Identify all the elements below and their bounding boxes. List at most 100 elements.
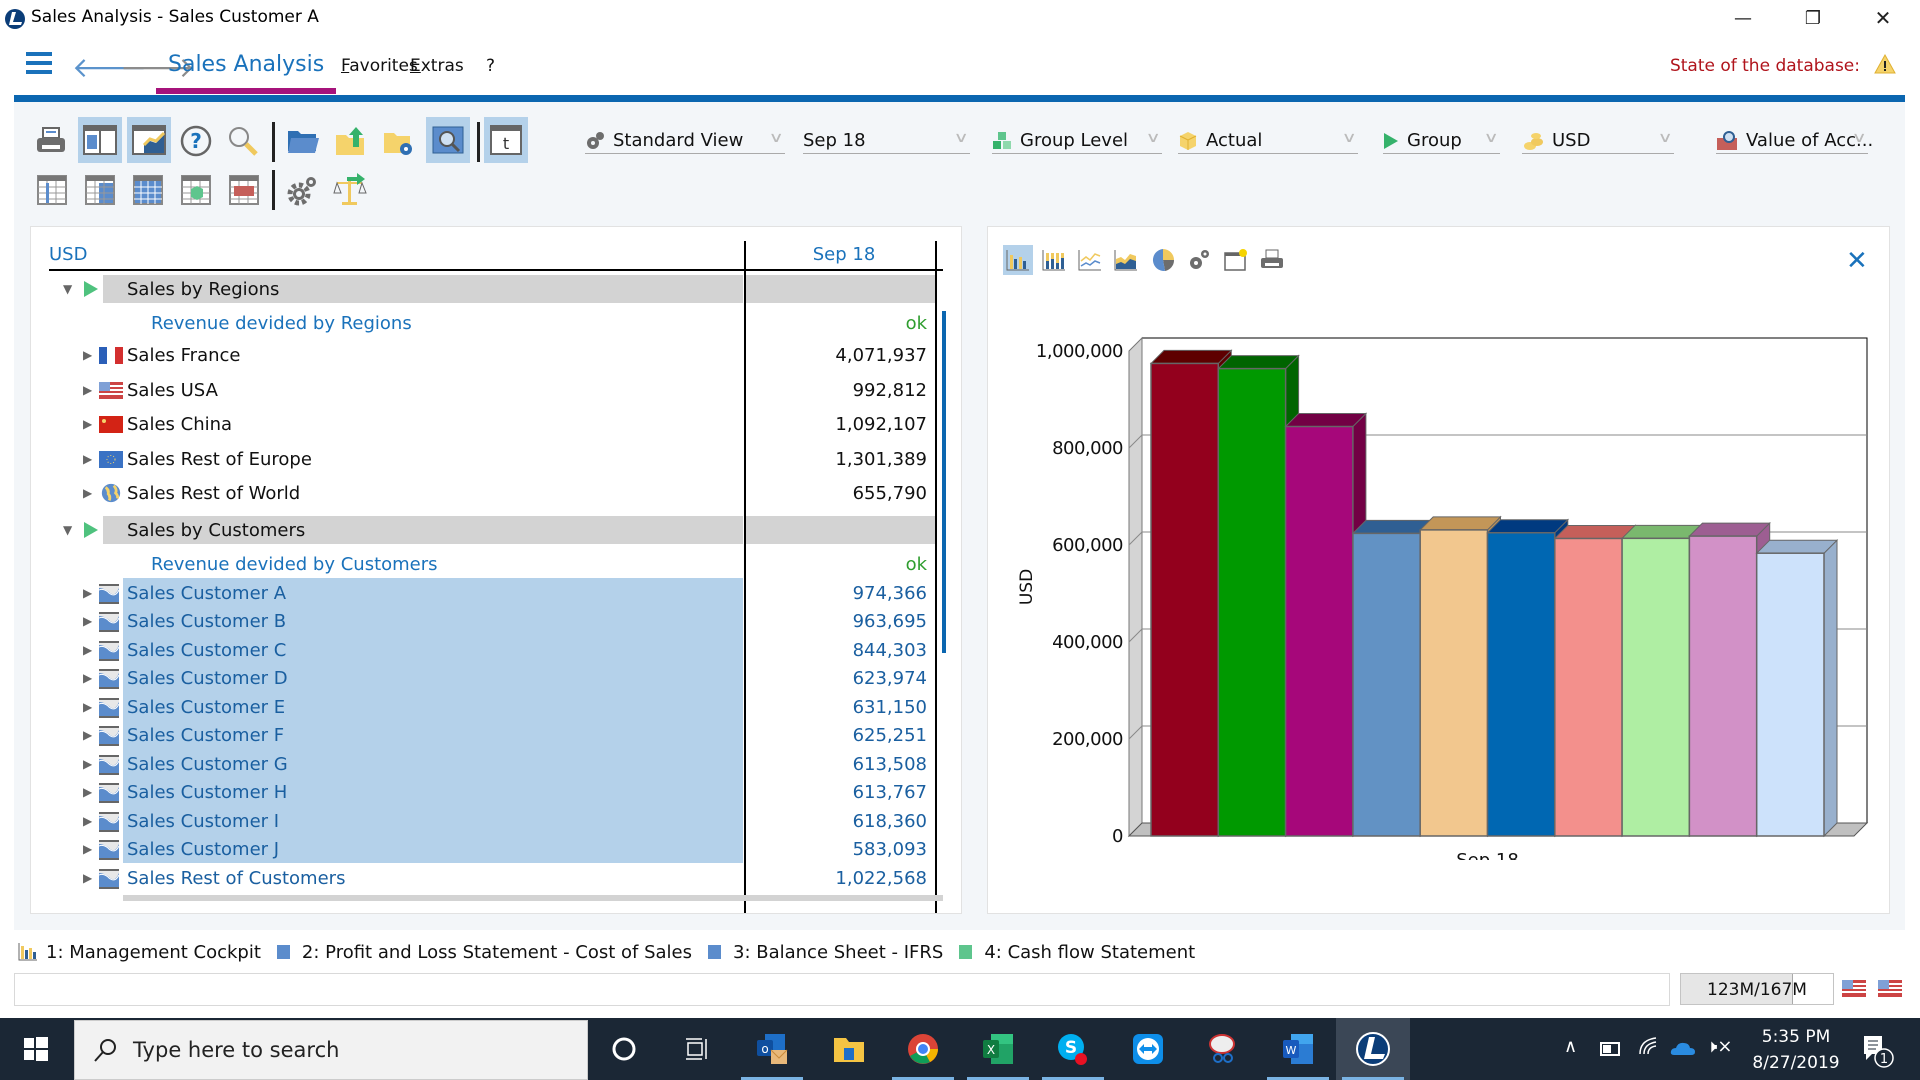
grid-columns-icon[interactable] xyxy=(80,170,120,210)
volume-muted-icon[interactable]: 🕨× xyxy=(1706,1036,1732,1057)
table-row[interactable]: ▶ Sales Customer F 625,251 xyxy=(31,720,931,749)
collapse-triangle-icon[interactable]: ▼ xyxy=(63,282,72,296)
start-button[interactable] xyxy=(0,1018,72,1080)
taskbar-chrome[interactable] xyxy=(886,1018,960,1080)
expand-triangle-icon[interactable]: ▶ xyxy=(83,814,92,828)
print-icon[interactable] xyxy=(1257,245,1287,275)
warning-icon[interactable] xyxy=(1874,54,1896,74)
doc-tab-1[interactable]: 1: Management Cockpit xyxy=(18,942,261,963)
expand-triangle-icon[interactable]: ▶ xyxy=(83,348,92,362)
notification-center-icon[interactable]: 1 xyxy=(1860,1034,1894,1068)
bar-sales-customer-f[interactable] xyxy=(1486,532,1556,837)
expand-triangle-icon[interactable]: ▶ xyxy=(83,700,92,714)
print-icon[interactable] xyxy=(31,121,71,161)
view-dropdown[interactable]: Standard View ∨ xyxy=(585,128,785,154)
expand-triangle-icon[interactable]: ▶ xyxy=(83,871,92,885)
table-header-period[interactable]: Sep 18 xyxy=(746,244,942,265)
search-icon[interactable] xyxy=(223,121,263,161)
help-icon[interactable]: ? xyxy=(176,121,216,161)
table-row[interactable]: ▶ Sales Customer B 963,695 xyxy=(31,606,931,635)
pie-chart-icon[interactable] xyxy=(1148,245,1178,275)
table-row[interactable]: ▶ Sales Rest of Customers 1,022,568 xyxy=(31,864,931,892)
doc-tab-3[interactable]: 3: Balance Sheet - IFRS xyxy=(708,942,943,963)
bar-sales-customer-a[interactable] xyxy=(1150,362,1220,837)
area-chart-icon[interactable] xyxy=(1111,245,1141,275)
taskbar-search[interactable]: Type here to search xyxy=(74,1020,588,1080)
expand-triangle-icon[interactable]: ▶ xyxy=(83,586,92,600)
expand-triangle-icon[interactable]: ▶ xyxy=(83,486,92,500)
check-row[interactable]: Revenue devided by Customers ok xyxy=(31,550,931,578)
expand-triangle-icon[interactable]: ▶ xyxy=(83,842,92,856)
table-row[interactable]: ▶ Sales Rest of Europe 1,301,389 xyxy=(31,445,931,473)
table-row[interactable]: ▶ Sales Customer J 583,093 xyxy=(31,834,931,863)
taskbar-word[interactable]: W xyxy=(1261,1018,1335,1080)
group-dropdown[interactable]: Group ∨ xyxy=(1383,128,1500,154)
expand-triangle-icon[interactable]: ▶ xyxy=(83,452,92,466)
expand-triangle-icon[interactable]: ▶ xyxy=(83,417,92,431)
table-row[interactable]: ▶ Sales Customer H 613,767 xyxy=(31,777,931,806)
restore-button[interactable]: ❐ xyxy=(1784,0,1842,36)
horizontal-scrollbar[interactable] xyxy=(123,895,943,901)
flag-usa-icon[interactable] xyxy=(1878,980,1902,997)
table-row[interactable]: ▶ Sales Customer D 623,974 xyxy=(31,663,931,692)
taskbar-excel[interactable]: X xyxy=(961,1018,1035,1080)
expand-triangle-icon[interactable]: ▶ xyxy=(83,757,92,771)
menu-favorites[interactable]: Favorites xyxy=(341,56,418,76)
layout-table-icon[interactable] xyxy=(78,117,122,163)
flag-usa-icon[interactable] xyxy=(1842,980,1866,997)
expand-triangle-icon[interactable]: ▶ xyxy=(83,383,92,397)
line-chart-icon[interactable] xyxy=(1075,245,1105,275)
table-row[interactable]: ▶ Sales USA 992,812 xyxy=(31,376,931,404)
taskbar-snipping-tool[interactable] xyxy=(1186,1018,1260,1080)
bar-sales-customer-b[interactable] xyxy=(1217,367,1287,837)
settings-icon[interactable] xyxy=(1184,245,1214,275)
export-folder-icon[interactable] xyxy=(331,121,371,161)
grid-all-icon[interactable] xyxy=(128,170,168,210)
doc-tab-2[interactable]: 2: Profit and Loss Statement - Cost of S… xyxy=(276,942,692,963)
table-row[interactable]: ▶ Sales Customer C 844,303 xyxy=(31,634,931,664)
doc-tab-4[interactable]: 4: Cash flow Statement xyxy=(959,942,1195,963)
bar-sales-customer-e[interactable] xyxy=(1419,529,1489,837)
close-button[interactable]: ✕ xyxy=(1854,0,1912,36)
taskbar-skype[interactable]: S xyxy=(1036,1018,1110,1080)
check-row[interactable]: Revenue devided by Regions ok xyxy=(31,309,931,337)
taskbar-file-explorer[interactable] xyxy=(812,1018,886,1080)
table-row[interactable]: ▶ Sales Customer I 618,360 xyxy=(31,805,931,835)
taskbar-teamviewer[interactable] xyxy=(1111,1018,1185,1080)
stacked-bar-icon[interactable] xyxy=(1039,245,1069,275)
vertical-scrollbar[interactable] xyxy=(942,311,946,653)
search-folder-icon[interactable] xyxy=(426,117,470,163)
expand-triangle-icon[interactable]: ▶ xyxy=(83,671,92,685)
status-input[interactable] xyxy=(14,973,1670,1006)
table-row[interactable]: ▶ Sales Rest of World 655,790 xyxy=(31,479,931,507)
battery-icon[interactable] xyxy=(1600,1040,1622,1061)
expand-triangle-icon[interactable]: ▶ xyxy=(83,728,92,742)
scenario-dropdown[interactable]: Actual ∨ xyxy=(1178,128,1358,154)
expand-triangle-icon[interactable]: ▶ xyxy=(83,643,92,657)
balance-icon[interactable] xyxy=(330,170,370,210)
clock[interactable]: 5:35 PM 8/27/2019 xyxy=(1746,1024,1846,1076)
bar-sales-customer-d[interactable] xyxy=(1352,532,1421,837)
table-row[interactable]: ▶ Sales Customer G 613,508 xyxy=(31,748,931,778)
folder-settings-icon[interactable] xyxy=(379,121,419,161)
menu-extras[interactable]: Extras xyxy=(410,56,464,76)
bar-sales-customer-j[interactable] xyxy=(1755,552,1825,837)
bar-sales-customer-c[interactable] xyxy=(1284,425,1354,837)
table-row[interactable]: ▶ Sales Customer E 631,150 xyxy=(31,691,931,721)
menu-help[interactable]: ? xyxy=(486,56,495,76)
group-row[interactable]: ▼ Sales by Regions xyxy=(31,275,935,303)
settings-icon[interactable] xyxy=(283,170,323,210)
open-folder-icon[interactable] xyxy=(283,121,323,161)
minimize-button[interactable]: — xyxy=(1714,0,1772,36)
bar-sales-customer-i[interactable] xyxy=(1688,535,1758,837)
grid-rows-icon[interactable] xyxy=(32,170,72,210)
table-row[interactable]: ▶ Sales China 1,092,107 xyxy=(31,410,931,438)
hamburger-menu-icon[interactable] xyxy=(26,52,52,78)
table-row[interactable]: ▶ Sales Customer A 974,366 xyxy=(31,577,931,607)
table-t-icon[interactable]: t xyxy=(484,117,528,163)
close-chart-icon[interactable]: ✕ xyxy=(1846,246,1868,276)
currency-dropdown[interactable]: USD ∨ xyxy=(1522,128,1674,154)
new-window-icon[interactable] xyxy=(1221,245,1251,275)
grid-red-icon[interactable] xyxy=(224,170,264,210)
level-dropdown[interactable]: Group Level ∨ xyxy=(992,128,1162,154)
